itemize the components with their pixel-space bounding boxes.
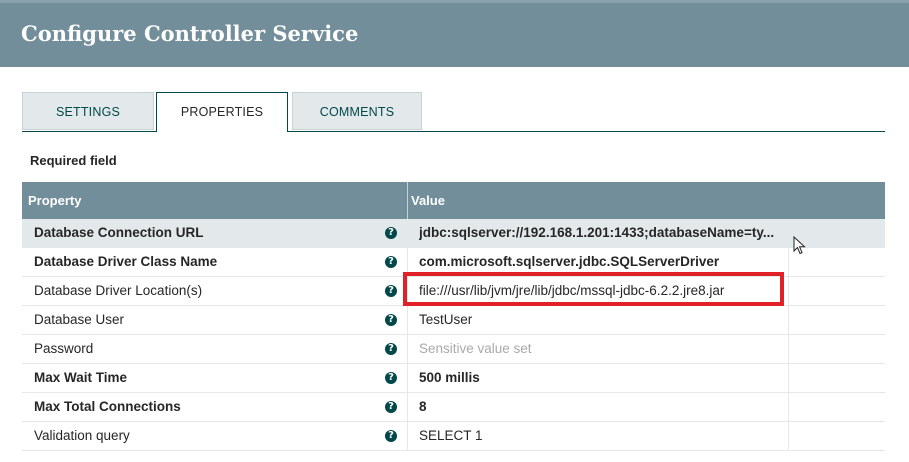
- column-divider[interactable]: [407, 182, 408, 219]
- help-icon[interactable]: ?: [385, 285, 397, 297]
- table-row[interactable]: Max Wait Time ? 500 millis: [22, 364, 885, 393]
- cell-divider: [407, 248, 408, 277]
- table-row[interactable]: Max Total Connections ? 8: [22, 393, 885, 422]
- dialog-title: Configure Controller Service: [21, 21, 359, 46]
- property-name: Database User: [34, 312, 125, 327]
- help-icon[interactable]: ?: [385, 430, 397, 442]
- cell-divider: [407, 306, 408, 335]
- property-value[interactable]: SELECT 1: [419, 422, 789, 450]
- tab-settings[interactable]: SETTINGS: [22, 92, 154, 130]
- cell-divider: [407, 335, 408, 364]
- header-top-strip: [0, 0, 909, 3]
- cell-divider: [788, 277, 789, 306]
- cell-divider: [407, 219, 408, 248]
- cell-divider: [407, 364, 408, 393]
- cell-divider: [407, 277, 408, 306]
- help-icon[interactable]: ?: [385, 256, 397, 268]
- table-header: Property Value: [22, 182, 885, 219]
- help-icon[interactable]: ?: [385, 227, 397, 239]
- property-value[interactable]: Sensitive value set: [419, 335, 789, 363]
- cell-divider: [788, 306, 789, 335]
- property-name: Max Wait Time: [34, 370, 128, 385]
- property-value[interactable]: file:///usr/lib/jvm/jre/lib/jdbc/mssql-j…: [419, 277, 789, 305]
- table-row[interactable]: Database Connection URL ? jdbc:sqlserver…: [22, 219, 885, 248]
- help-icon[interactable]: ?: [385, 343, 397, 355]
- help-icon[interactable]: ?: [385, 401, 397, 413]
- property-value[interactable]: jdbc:sqlserver://192.168.1.201:1433;data…: [419, 219, 789, 247]
- column-header-value[interactable]: Value: [411, 182, 445, 219]
- property-name: Validation query: [34, 428, 130, 443]
- table-row[interactable]: Password ? Sensitive value set: [22, 335, 885, 364]
- cell-divider: [788, 422, 789, 451]
- help-icon[interactable]: ?: [385, 372, 397, 384]
- property-value[interactable]: 500 millis: [419, 364, 789, 392]
- tab-baseline: [22, 131, 885, 132]
- dialog-header: Configure Controller Service: [0, 0, 909, 67]
- property-name: Password: [34, 341, 94, 356]
- property-name: Database Driver Location(s): [34, 283, 203, 298]
- property-value[interactable]: 8: [419, 393, 789, 421]
- table-row[interactable]: Database Driver Class Name ? com.microso…: [22, 248, 885, 277]
- help-icon[interactable]: ?: [385, 314, 397, 326]
- mouse-cursor-icon: [793, 236, 806, 255]
- table-row[interactable]: Database Driver Location(s) ? file:///us…: [22, 277, 885, 306]
- property-value[interactable]: com.microsoft.sqlserver.jdbc.SQLServerDr…: [419, 248, 789, 276]
- cell-divider: [788, 393, 789, 422]
- property-name: Database Driver Class Name: [34, 254, 218, 269]
- property-name: Database Connection URL: [34, 225, 204, 240]
- cell-divider: [407, 422, 408, 451]
- cell-divider: [788, 219, 789, 248]
- properties-table: Property Value Database Connection URL ?…: [22, 182, 885, 451]
- cell-divider: [407, 393, 408, 422]
- column-header-property[interactable]: Property: [28, 182, 81, 219]
- property-value[interactable]: TestUser: [419, 306, 789, 334]
- required-field-label: Required field: [30, 153, 117, 168]
- table-row[interactable]: Database User ? TestUser: [22, 306, 885, 335]
- cell-divider: [788, 335, 789, 364]
- table-row[interactable]: Validation query ? SELECT 1: [22, 422, 885, 451]
- property-name: Max Total Connections: [34, 399, 181, 414]
- tab-bar: SETTINGS PROPERTIES COMMENTS: [22, 92, 885, 132]
- cell-divider: [788, 364, 789, 393]
- tab-properties[interactable]: PROPERTIES: [156, 92, 288, 132]
- tab-comments[interactable]: COMMENTS: [292, 92, 422, 130]
- cell-divider: [788, 248, 789, 277]
